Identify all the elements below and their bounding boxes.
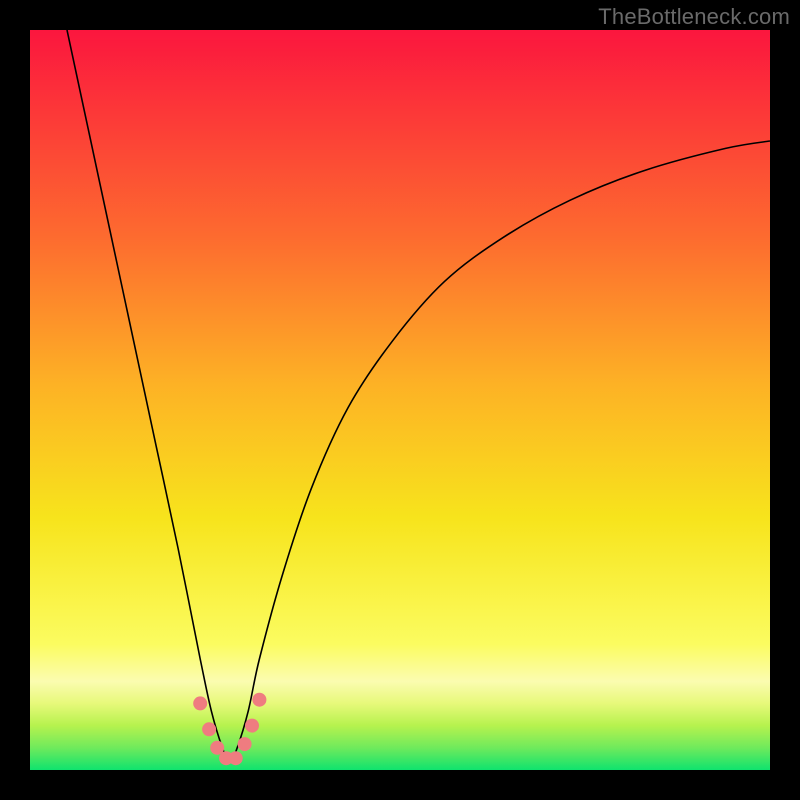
watermark-text: TheBottleneck.com <box>598 4 790 30</box>
heat-gradient-background <box>30 30 770 770</box>
curve-marker <box>193 696 207 710</box>
bottleneck-plot <box>30 30 770 770</box>
curve-marker <box>238 737 252 751</box>
curve-marker <box>252 693 266 707</box>
curve-marker <box>202 722 216 736</box>
curve-marker <box>229 751 243 765</box>
curve-marker <box>245 719 259 733</box>
chart-frame: TheBottleneck.com <box>0 0 800 800</box>
